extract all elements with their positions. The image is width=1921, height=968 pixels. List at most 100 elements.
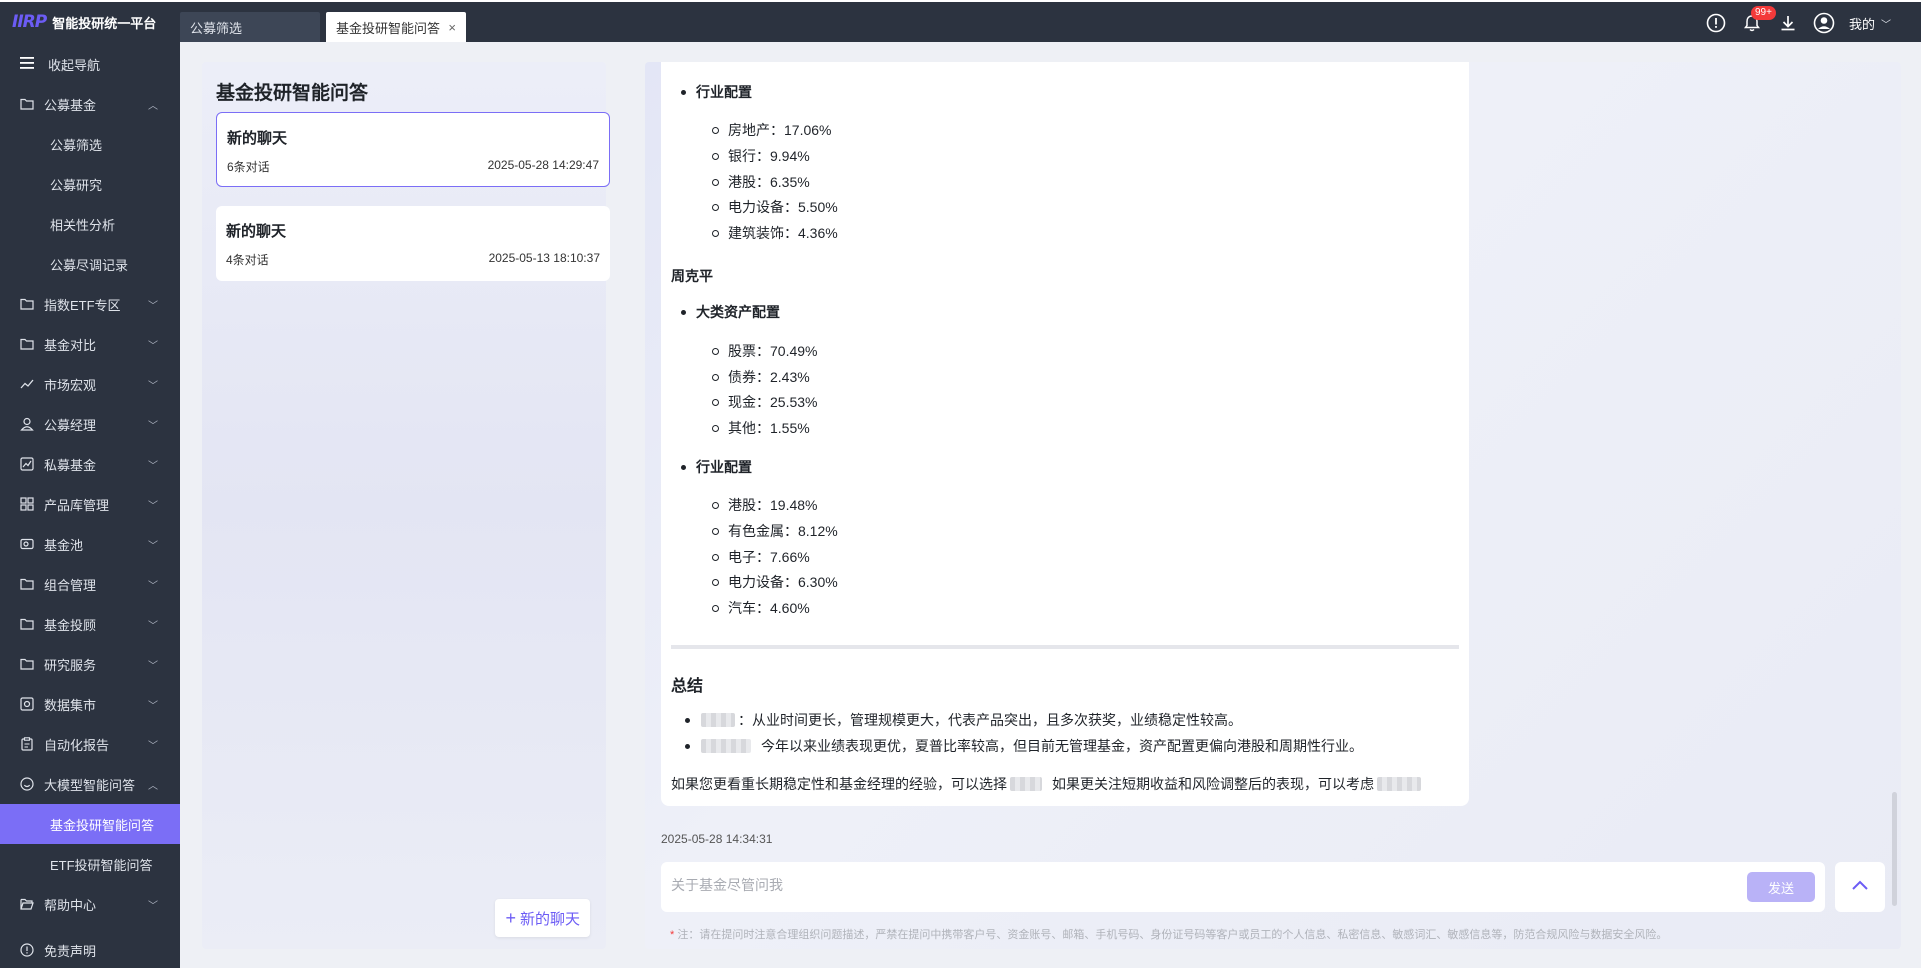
sidebar-item-fund-compare[interactable]: 基金对比 ﹀ [0,324,180,364]
sidebar-item-auto-report[interactable]: 自动化报告 ﹀ [0,724,180,764]
required-star: * [670,929,675,941]
sidebar-item-fund-managers[interactable]: 公募经理 ﹀ [0,404,180,444]
logo-mark: IIRP [12,12,47,32]
list-item: 有色金属：8.12% [728,523,838,539]
summary-text: ：从业时间更长，管理规模更大，代表产品突出，且多次获奖，业绩稳定性较高。 [738,712,1242,728]
closing-text-a: 如果您更看重长期稳定性和基金经理的经验，可以选择 [671,776,1007,792]
sidebar-item-label: 指数ETF专区 [44,297,121,313]
sidebar-collapse[interactable]: 收起导航 [0,44,180,84]
summary-item: 今年以来业绩表现更优，夏普比率较高，但目前无管理基金，资产配置更偏向港股和周期性… [699,736,1363,756]
sidebar-item-public-funds[interactable]: 公募基金 ︿ [0,84,180,124]
sidebar-item-label: 私募基金 [44,457,97,473]
list-item: 其他：1.55% [728,420,810,436]
folder-open-icon [20,897,34,911]
question-input[interactable] [671,877,1671,893]
section-heading: 大类资产配置 [696,304,780,320]
sidebar-item-private-funds[interactable]: 私募基金 ﹀ [0,444,180,484]
compliance-text: 注：请在提问时注意合理组织问题描述，严禁在提问中携带客户号、资金账号、邮箱、手机… [677,929,1668,941]
chevron-down-icon: ﹀ [148,341,158,352]
chevron-down-icon: ﹀ [148,621,158,632]
clipboard-icon [20,737,34,751]
chat-count: 6条对话 [227,160,270,174]
chevron-down-icon: ﹀ [148,741,158,752]
scroll-to-top-button[interactable] [1835,862,1885,912]
avatar-icon[interactable] [1813,12,1835,34]
chat-history-item[interactable]: 新的聊天 6条对话 2025-05-28 14:29:47 [216,112,610,187]
line-chart-icon [20,377,34,391]
app-logo[interactable]: IIRP 智能投研统一平台 [12,12,156,32]
tab-label: 公募筛选 [190,20,243,36]
chevron-up-icon: ︿ [148,781,158,792]
sidebar-sub-correlation[interactable]: 相关性分析 [0,204,180,244]
question-input-box: 发送 [661,862,1825,912]
message-timestamp: 2025-05-28 14:34:31 [661,832,773,846]
sidebar-item-data-mart[interactable]: 数据集市 ﹀ [0,684,180,724]
scrollbar[interactable] [1892,792,1897,906]
new-chat-button[interactable]: + 新的聊天 [495,899,590,937]
sidebar-item-help[interactable]: 帮助中心 ﹀ [0,884,180,924]
tab-label: 基金投研智能问答 [336,20,441,36]
menu-icon [20,56,34,72]
tab-fund-screening[interactable]: 公募筛选 [180,12,320,42]
wallet-icon [20,537,34,551]
chevron-down-icon: ﹀ [148,581,158,592]
sidebar-item-label: 公募基金 [44,97,97,113]
tab-fund-qa[interactable]: 基金投研智能问答 × [326,12,466,42]
sidebar-item-label: 帮助中心 [44,897,97,913]
top-bar: IIRP 智能投研统一平台 公募筛选 基金投研智能问答 × 99+ 我的 ﹀ [0,0,1921,42]
send-button[interactable]: 发送 [1747,872,1815,902]
sidebar-item-portfolio[interactable]: 组合管理 ﹀ [0,564,180,604]
closing-text-b: 如果更关注短期收益和风险调整后的表现，可以考虑 [1052,776,1374,792]
main-area: 基金投研智能问答 新的聊天 6条对话 2025-05-28 14:29:47 新… [180,42,1921,968]
chat-history-item[interactable]: 新的聊天 4条对话 2025-05-13 18:10:37 [216,206,610,281]
download-icon[interactable] [1777,12,1799,34]
sidebar-sub-etf-qa[interactable]: ETF投研智能问答 [0,844,180,884]
chevron-down-icon: ﹀ [148,421,158,432]
sidebar-item-llm-qa[interactable]: 大模型智能问答 ︿ [0,764,180,804]
chat-title: 新的聊天 [226,223,287,240]
list-item: 银行：9.94% [728,148,810,164]
sidebar-item-market-macro[interactable]: 市场宏观 ﹀ [0,364,180,404]
close-icon[interactable]: × [448,20,456,35]
sidebar-item-advisory[interactable]: 基金投顾 ﹀ [0,604,180,644]
compliance-note: * 注：请在提问时注意合理组织问题描述，严禁在提问中携带客户号、资金账号、邮箱、… [670,926,1667,942]
manager-name: 周克平 [671,268,713,284]
user-menu[interactable]: 我的 [1849,14,1875,33]
assistant-message: 行业配置 房地产：17.06% 银行：9.94% 港股：6.35% 电力设备：5… [661,62,1469,806]
chat-history-panel: 基金投研智能问答 新的聊天 6条对话 2025-05-28 14:29:47 新… [202,62,610,949]
trend-chart-icon [20,457,34,471]
smile-icon [20,777,34,791]
sidebar-item-index-etf[interactable]: 指数ETF专区 ﹀ [0,284,180,324]
sidebar-item-fund-pool[interactable]: 基金池 ﹀ [0,524,180,564]
sidebar-collapse-label: 收起导航 [48,57,101,73]
bell-icon[interactable]: 99+ [1741,6,1776,34]
folder-icon [20,97,34,111]
info-icon[interactable] [1705,12,1727,34]
sidebar-item-product-library[interactable]: 产品库管理 ﹀ [0,484,180,524]
divider [671,645,1459,649]
chevron-up-icon [1851,878,1869,896]
sidebar-sub-fund-qa[interactable]: 基金投研智能问答 [0,804,180,844]
sidebar-sub-fund-research[interactable]: 公募研究 [0,164,180,204]
sidebar: 收起导航 公募基金 ︿ 公募筛选 公募研究 相关性分析 公募尽调记录 指数ETF… [0,42,180,968]
sidebar-item-label: 免责声明 [44,943,97,959]
chevron-down-icon: ﹀ [148,461,158,472]
sidebar-item-label: 市场宏观 [44,377,97,393]
chat-title: 新的聊天 [227,130,288,147]
chevron-down-icon[interactable]: ﹀ [1881,16,1891,31]
user-icon [20,417,34,431]
sidebar-sub-due-diligence[interactable]: 公募尽调记录 [0,244,180,284]
chevron-down-icon: ﹀ [148,301,158,312]
sidebar-item-research[interactable]: 研究服务 ﹀ [0,644,180,684]
redacted-name [701,739,751,753]
grid-icon [20,497,34,511]
list-item: 电子：7.66% [728,549,810,565]
redacted-name [1377,777,1421,791]
topbar-actions: 99+ 我的 ﹀ [1705,6,1891,34]
list-item: 电力设备：5.50% [728,199,838,215]
sidebar-sub-fund-screening[interactable]: 公募筛选 [0,124,180,164]
sidebar-item-label: 基金池 [44,537,84,553]
sidebar-item-disclaimer[interactable]: 免责声明 [0,930,180,968]
database-icon [20,697,34,711]
folder-icon [20,297,34,311]
